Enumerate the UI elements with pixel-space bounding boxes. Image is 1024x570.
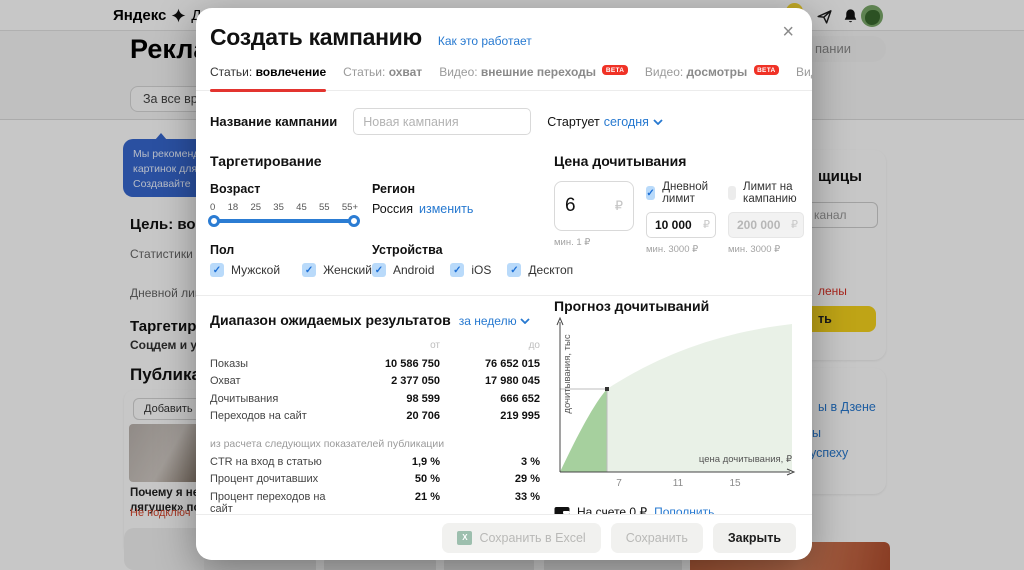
price-section: Цена дочитывания 6 ₽ мин. 1 ₽ ✓ Дневной … xyxy=(554,153,797,277)
close-icon[interactable]: × xyxy=(782,22,794,42)
chart-xtick: 15 xyxy=(729,478,741,489)
table-row: CTR на вход в статью1,9 %3 % xyxy=(210,456,540,474)
gender-label: Пол xyxy=(210,243,360,257)
ruble-sign: ₽ xyxy=(615,198,623,214)
checkbox-ios[interactable]: ✓ iOS xyxy=(450,263,491,277)
tab-video-reach[interactable]: Видео: охват BETA xyxy=(796,65,812,79)
modal-title: Создать кампанию xyxy=(210,24,422,51)
targeting-section: Таргетирование Возраст 0 18 25 35 45 55 … xyxy=(210,153,540,277)
campaign-name-label: Название кампании xyxy=(210,114,337,129)
modal-footer: X Сохранить в Excel Сохранить Закрыть xyxy=(196,514,812,560)
start-date-link[interactable]: сегодня xyxy=(604,115,649,129)
forecast-heading: Прогноз дочитываний xyxy=(554,298,797,314)
price-heading: Цена дочитывания xyxy=(554,153,797,169)
table-row: Переходов на сайт20 706219 995 xyxy=(210,410,540,428)
checkbox-checked-icon: ✓ xyxy=(507,263,521,277)
checkbox-checked-icon: ✓ xyxy=(210,263,224,277)
region-value: Россия xyxy=(372,202,413,216)
period-link[interactable]: за неделю xyxy=(459,314,517,328)
devices-label: Устройства xyxy=(372,243,573,257)
forecast-chart: дочитывания, тыс цена дочитывания, ₽ 7 1… xyxy=(554,314,797,496)
excel-icon: X xyxy=(457,531,472,545)
close-button[interactable]: Закрыть xyxy=(713,523,796,553)
create-campaign-modal: × Создать кампанию Как это работает Стат… xyxy=(196,8,812,560)
chevron-down-icon[interactable] xyxy=(520,318,530,324)
table-note: из расчета следующих показателей публика… xyxy=(210,438,540,450)
chart-xtick: 11 xyxy=(673,478,684,489)
table-row: Охват2 377 05017 980 045 xyxy=(210,375,540,393)
slider-track xyxy=(210,219,358,223)
table-row: Процент переходов на сайт21 %33 % xyxy=(210,491,540,509)
results-heading: Диапазон ожидаемых результатов xyxy=(210,312,451,328)
table-header-row: от до xyxy=(210,340,540,358)
checkbox-female[interactable]: ✓ Женский xyxy=(302,263,372,277)
checkbox-campaign-limit[interactable]: Лимит на кампанию xyxy=(728,181,804,205)
age-range-slider[interactable] xyxy=(210,215,358,227)
age-label: Возраст xyxy=(210,182,360,196)
beta-badge: BETA xyxy=(602,65,627,75)
tab-video-views[interactable]: Видео: досмотры BETA xyxy=(645,65,779,79)
ruble-sign: ₽ xyxy=(791,218,798,231)
chart-xtick: 7 xyxy=(616,478,622,489)
age-tick-labels: 0 18 25 35 45 55 55+ xyxy=(210,202,358,213)
save-button[interactable]: Сохранить xyxy=(611,523,703,553)
slider-handle-max[interactable] xyxy=(348,215,360,227)
campaign-type-tabs: Статьи: вовлечение Статьи: охват Видео: … xyxy=(196,65,812,91)
checkbox-male[interactable]: ✓ Мужской xyxy=(210,263,280,277)
checkbox-unchecked-icon xyxy=(728,186,736,200)
how-it-works-link[interactable]: Как это работает xyxy=(438,34,532,48)
checkbox-daily-limit[interactable]: ✓ Дневной лимит xyxy=(646,181,716,205)
table-row: Показы10 586 75076 652 015 xyxy=(210,358,540,376)
targeting-heading: Таргетирование xyxy=(210,153,540,169)
table-row: Процент дочитавших50 %29 % xyxy=(210,473,540,491)
slider-handle-min[interactable] xyxy=(208,215,220,227)
campaign-name-input[interactable] xyxy=(353,108,531,135)
checkbox-checked-icon: ✓ xyxy=(646,186,655,200)
tab-articles-reach[interactable]: Статьи: охват xyxy=(343,65,422,79)
chevron-down-icon[interactable] xyxy=(653,119,663,125)
campaign-min-caption: мин. 3000 ₽ xyxy=(728,244,804,255)
checkbox-checked-icon: ✓ xyxy=(372,263,386,277)
tab-articles-engagement[interactable]: Статьи: вовлечение xyxy=(210,65,326,79)
ruble-sign: ₽ xyxy=(703,218,710,231)
chart-ylabel: дочитывания, тыс xyxy=(562,334,573,413)
read-price-input[interactable]: 6 ₽ xyxy=(554,181,634,231)
price-min-caption: мин. 1 ₽ xyxy=(554,237,634,248)
checkbox-checked-icon: ✓ xyxy=(302,263,316,277)
checkbox-android[interactable]: ✓ Android xyxy=(372,263,434,277)
table-row: Дочитывания98 599666 652 xyxy=(210,393,540,411)
checkbox-checked-icon: ✓ xyxy=(450,263,464,277)
beta-badge: BETA xyxy=(754,65,779,75)
region-change-link[interactable]: изменить xyxy=(419,202,473,216)
chart-xlabel: цена дочитывания, ₽ xyxy=(699,454,793,465)
region-label: Регион xyxy=(372,182,573,196)
save-excel-button[interactable]: X Сохранить в Excel xyxy=(442,523,600,553)
daily-min-caption: мин. 3000 ₽ xyxy=(646,244,716,255)
start-label: Стартует xyxy=(547,115,599,129)
tab-video-external[interactable]: Видео: внешние переходы BETA xyxy=(439,65,628,79)
